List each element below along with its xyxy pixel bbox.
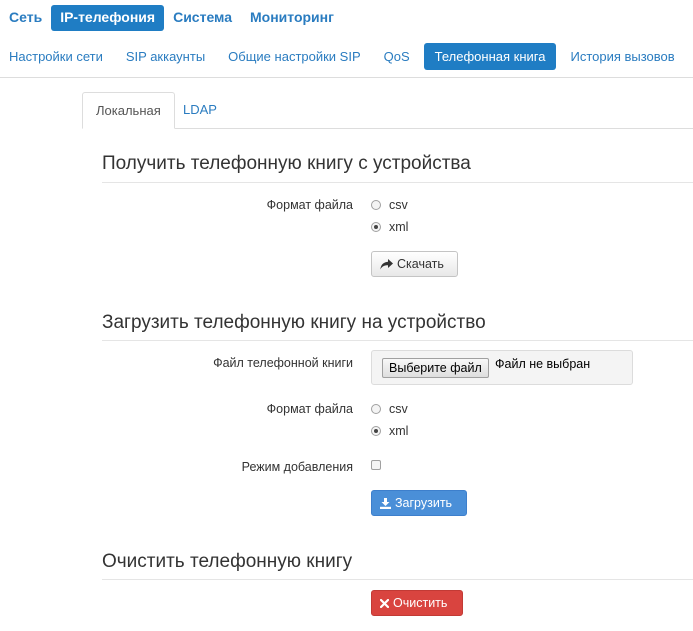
upload-format-csv[interactable]: csv bbox=[371, 400, 408, 418]
tab-local[interactable]: Локальная bbox=[82, 92, 175, 129]
upload-format-label: Формат файла bbox=[266, 402, 353, 416]
radio-csv-label: csv bbox=[389, 402, 408, 416]
nav-divider bbox=[0, 77, 693, 78]
tab-ldap[interactable]: LDAP bbox=[170, 92, 230, 127]
share-icon bbox=[380, 258, 393, 269]
radio-csv-label: csv bbox=[389, 198, 408, 212]
radio-xml[interactable] bbox=[371, 222, 381, 232]
subnav-item-qos[interactable]: QoS bbox=[375, 43, 419, 70]
upload-icon bbox=[380, 497, 391, 509]
subnav-item-sip-accounts[interactable]: SIP аккаунты bbox=[117, 43, 214, 70]
topnav-item-network[interactable]: Сеть bbox=[0, 5, 51, 31]
upload-format-xml[interactable]: xml bbox=[371, 422, 408, 440]
download-section-divider bbox=[102, 182, 693, 183]
download-format-label: Формат файла bbox=[266, 198, 353, 212]
radio-xml[interactable] bbox=[371, 426, 381, 436]
topnav-item-monitoring[interactable]: Мониторинг bbox=[241, 5, 343, 31]
download-format-xml[interactable]: xml bbox=[371, 218, 408, 236]
upload-section-divider bbox=[102, 340, 693, 341]
subnav-item-phonebook[interactable]: Телефонная книга bbox=[423, 43, 557, 70]
radio-csv[interactable] bbox=[371, 404, 381, 414]
topnav-item-ip-telephony[interactable]: IP-телефония bbox=[51, 5, 165, 31]
clear-section-divider bbox=[102, 579, 693, 580]
upload-file-label: Файл телефонной книги bbox=[213, 356, 353, 370]
radio-csv[interactable] bbox=[371, 200, 381, 210]
topnav-item-system[interactable]: Система bbox=[164, 5, 241, 31]
clear-section-title: Очистить телефонную книгу bbox=[102, 551, 353, 572]
file-status: Файл не выбран bbox=[495, 357, 591, 371]
subnav-item-network-settings[interactable]: Настройки сети bbox=[0, 43, 112, 70]
clear-button[interactable]: Очистить bbox=[371, 590, 463, 616]
upload-section-title: Загрузить телефонную книгу на устройство bbox=[102, 312, 486, 333]
upload-button[interactable]: Загрузить bbox=[371, 490, 467, 516]
download-button-label: Скачать bbox=[397, 257, 444, 271]
subnav-item-sip-general[interactable]: Общие настройки SIP bbox=[219, 43, 369, 70]
phonebook-tabs: Локальная LDAP bbox=[82, 92, 693, 129]
radio-xml-label: xml bbox=[389, 220, 409, 234]
choose-file-button[interactable]: Выберите файл bbox=[382, 358, 489, 378]
append-mode-label: Режим добавления bbox=[241, 460, 353, 474]
download-format-csv[interactable]: csv bbox=[371, 196, 408, 214]
download-button[interactable]: Скачать bbox=[371, 251, 458, 277]
close-icon bbox=[380, 598, 389, 608]
radio-xml-label: xml bbox=[389, 424, 409, 438]
clear-button-label: Очистить bbox=[393, 596, 448, 610]
subnav-item-call-history[interactable]: История вызовов bbox=[561, 43, 683, 70]
file-input[interactable]: Выберите файл Файл не выбран bbox=[371, 350, 633, 385]
append-mode-checkbox[interactable] bbox=[371, 460, 381, 470]
upload-button-label: Загрузить bbox=[395, 496, 453, 510]
sub-nav: Настройки сети SIP аккаунты Общие настро… bbox=[0, 43, 689, 70]
download-section-title: Получить телефонную книгу с устройства bbox=[102, 153, 471, 174]
top-nav: Сеть IP-телефония Система Мониторинг bbox=[0, 5, 343, 31]
